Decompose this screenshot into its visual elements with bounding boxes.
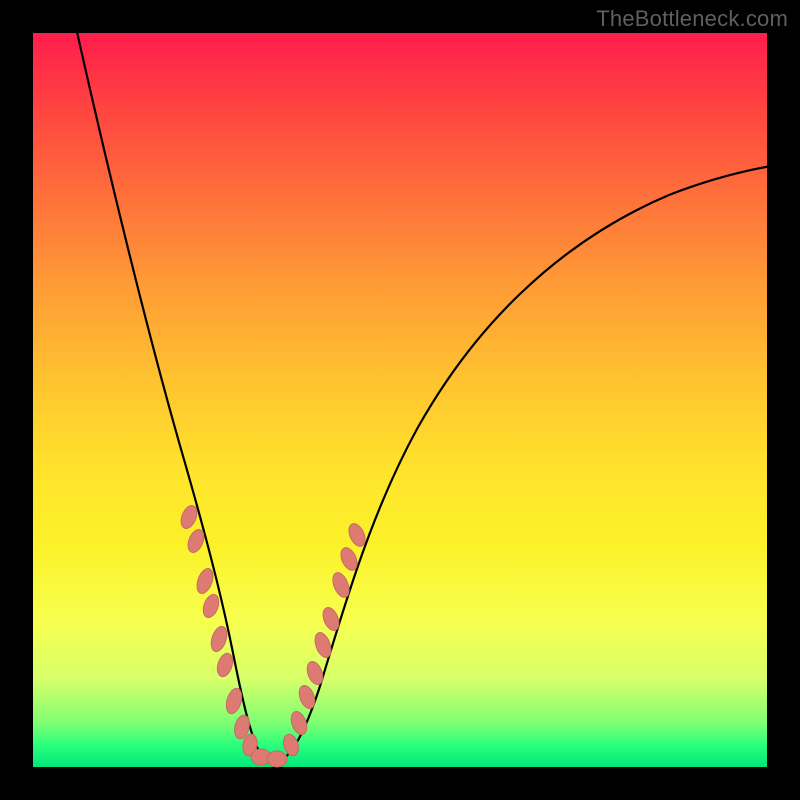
watermark-text: TheBottleneck.com [596,6,788,32]
marker [208,624,229,653]
marker [215,651,236,678]
marker [194,566,216,595]
left-markers-group [178,503,287,767]
marker [200,592,221,619]
bottleneck-curve-svg [33,33,767,767]
marker [296,683,317,710]
marker [304,659,325,686]
bottleneck-curve-path [75,23,777,762]
chart-plot-area [33,33,767,767]
marker [288,709,309,736]
right-markers-group [281,521,368,757]
marker [267,751,287,767]
marker [312,630,334,659]
